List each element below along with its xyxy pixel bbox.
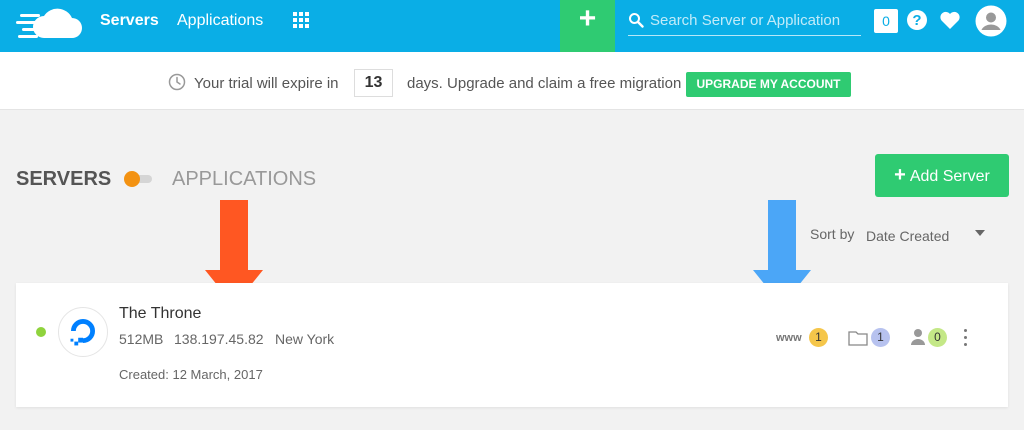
add-server-label: Add Server <box>909 168 990 185</box>
avatar-icon[interactable] <box>975 5 1007 37</box>
top-navbar: Servers Applications + 0 ? <box>0 0 1024 52</box>
server-created-date: Created: 12 March, 2017 <box>119 367 263 382</box>
server-card[interactable]: The Throne 512MB 138.197.45.82 New York … <box>16 283 1008 407</box>
svg-text:?: ? <box>912 12 921 29</box>
digitalocean-logo-icon <box>58 307 108 357</box>
search-box <box>628 6 861 36</box>
add-server-button[interactable]: + Add Server <box>875 154 1009 197</box>
quick-add-button[interactable]: + <box>560 0 615 52</box>
clock-icon <box>168 73 186 91</box>
status-online-indicator <box>36 327 46 337</box>
user-icon[interactable] <box>910 328 926 346</box>
servers-applications-toggle[interactable] <box>124 170 152 188</box>
plus-icon: + <box>894 164 906 186</box>
folder-icon[interactable] <box>848 329 868 346</box>
upgrade-account-button[interactable]: UPGRADE MY ACCOUNT <box>686 72 851 97</box>
server-ip: 138.197.45.82 <box>174 331 264 347</box>
chevron-down-icon[interactable] <box>975 230 985 236</box>
search-icon <box>629 13 644 28</box>
server-location: New York <box>275 331 335 347</box>
nav-servers-link[interactable]: Servers <box>100 12 159 30</box>
help-icon[interactable]: ? <box>906 9 928 31</box>
tab-applications[interactable]: APPLICATIONS <box>172 168 316 191</box>
trial-banner: Your trial will expire in 13 days. Upgra… <box>0 52 1024 110</box>
www-icon[interactable]: www <box>776 332 802 344</box>
apps-grid-icon[interactable] <box>293 12 310 29</box>
heart-icon[interactable] <box>939 10 961 30</box>
sort-select[interactable]: Date Created <box>866 228 949 244</box>
users-count-badge[interactable]: 0 <box>928 328 947 347</box>
more-options-icon[interactable] <box>959 326 971 350</box>
trial-prefix-text: Your trial will expire in <box>194 75 339 92</box>
tab-servers[interactable]: SERVERS <box>16 168 111 191</box>
server-size: 512MB <box>119 331 164 347</box>
trial-days-count: 13 <box>354 69 393 97</box>
sort-label: Sort by <box>810 226 855 242</box>
server-name[interactable]: The Throne <box>119 305 201 323</box>
trial-suffix-text: days. Upgrade and claim a free migration <box>407 75 682 92</box>
search-input[interactable] <box>650 9 860 31</box>
notifications-badge[interactable]: 0 <box>874 9 898 33</box>
db-count-badge[interactable]: 1 <box>871 328 890 347</box>
cloudways-logo-icon[interactable] <box>14 6 84 42</box>
apps-count-badge[interactable]: 1 <box>809 328 828 347</box>
toggle-knob <box>124 171 140 187</box>
nav-applications-link[interactable]: Applications <box>177 12 263 30</box>
